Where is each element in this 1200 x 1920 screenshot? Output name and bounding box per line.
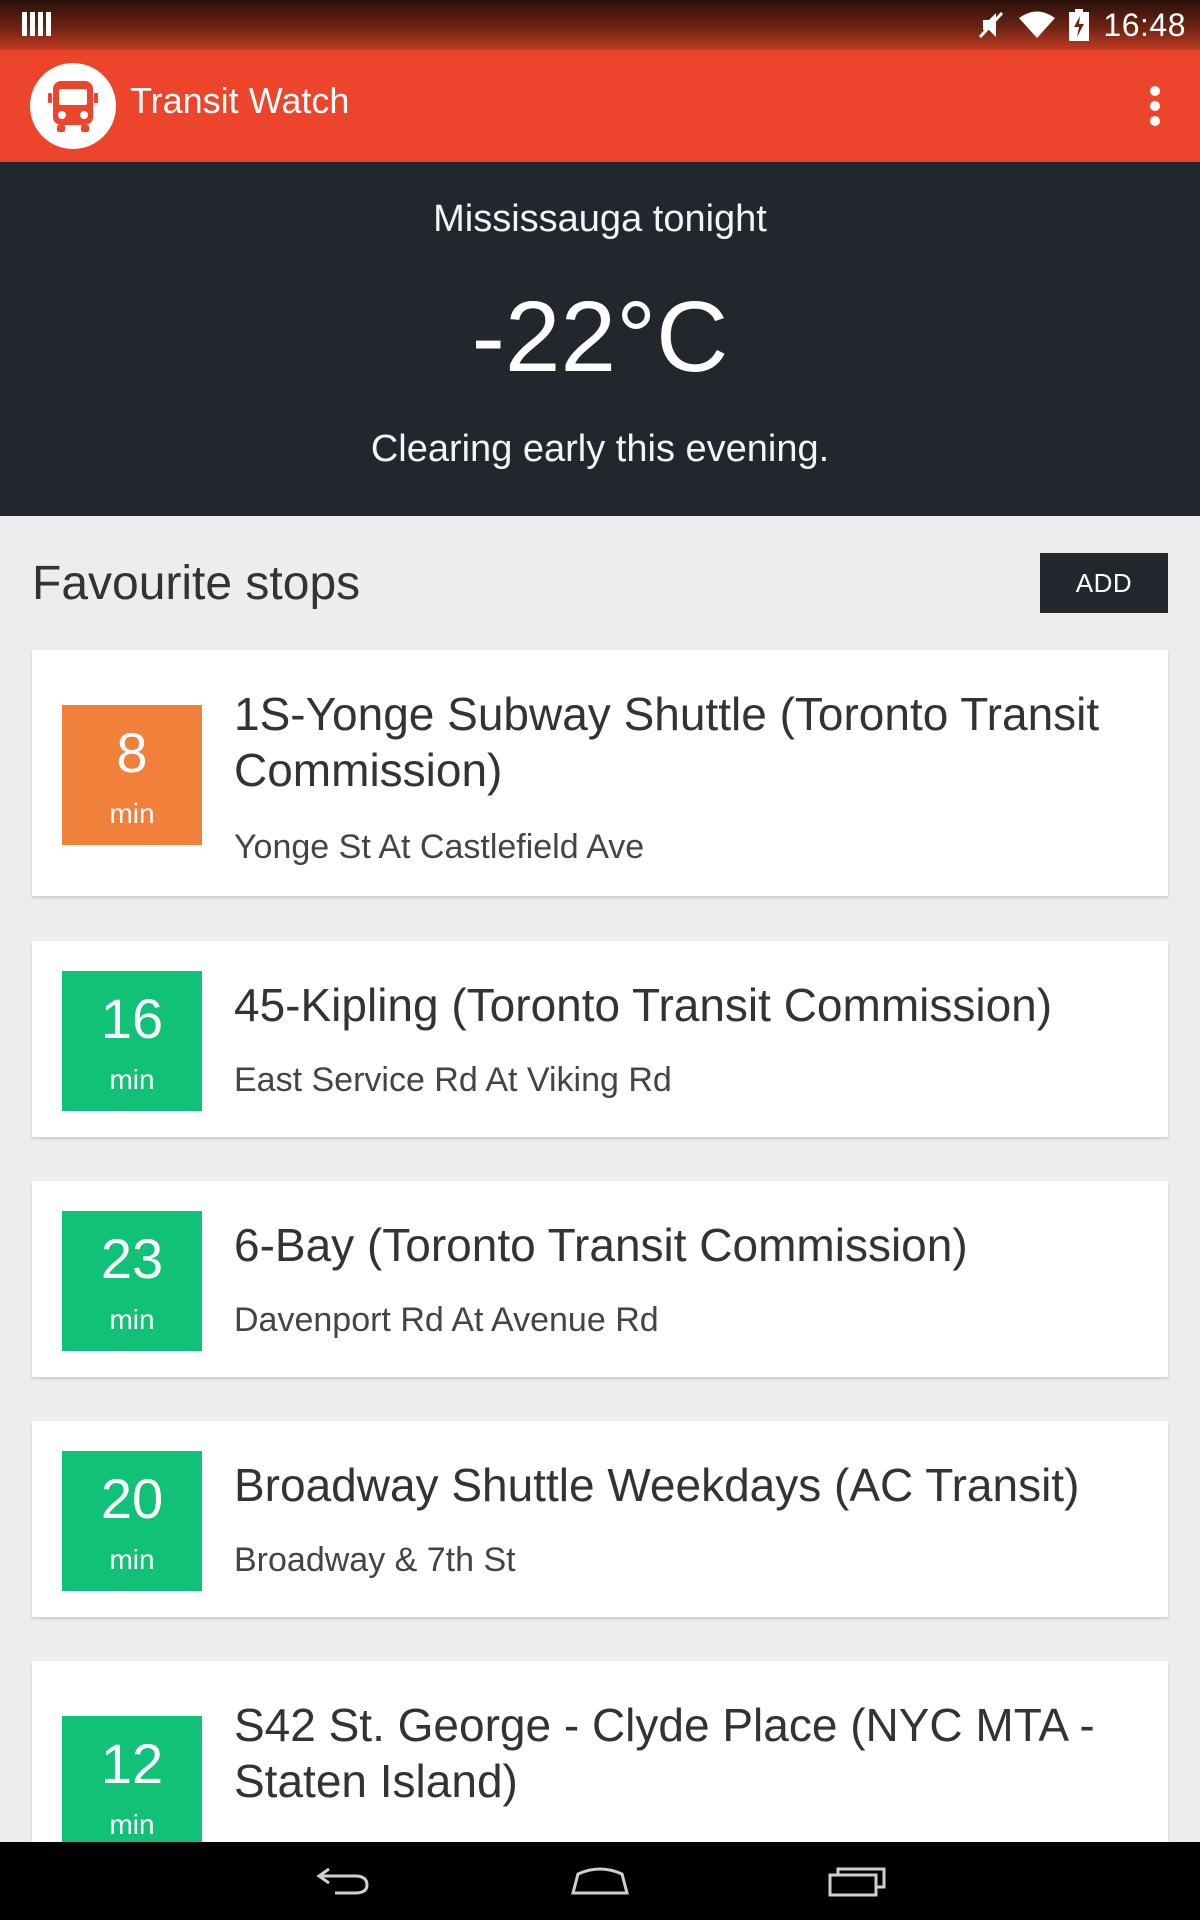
route-name: Broadway Shuttle Weekdays (AC Transit) (234, 1459, 1080, 1511)
weather-panel: Mississauga tonight -22°C Clearing early… (0, 162, 1200, 516)
stop-card[interactable]: 16 min 45-Kipling (Toronto Transit Commi… (32, 941, 1168, 1137)
app-title: Transit Watch (130, 80, 350, 121)
eta-badge: 16 min (62, 971, 202, 1111)
stop-card[interactable]: 20 min Broadway Shuttle Weekdays (AC Tra… (32, 1421, 1168, 1617)
stop-name: East Service Rd At Viking Rd (234, 1061, 672, 1099)
mute-icon (979, 11, 1004, 39)
eta-minutes: 12 (100, 1732, 164, 1795)
eta-minutes: 16 (100, 987, 164, 1050)
route-name: 1S-Yonge Subway Shuttle (Toronto Transit… (234, 688, 1100, 796)
more-vert-icon[interactable] (1140, 80, 1170, 132)
back-icon[interactable] (308, 1856, 378, 1906)
eta-badge: 23 min (62, 1211, 202, 1351)
eta-minutes: 23 (100, 1227, 164, 1290)
bus-icon (48, 81, 98, 132)
eta-badge: 20 min (62, 1451, 202, 1591)
route-name: 45-Kipling (Toronto Transit Commission) (234, 979, 1053, 1031)
battery-charging-icon (1069, 9, 1090, 41)
app-bar: Transit Watch (0, 50, 1200, 162)
status-bar: 16:48 (0, 0, 1200, 50)
weather-location: Mississauga tonight (433, 198, 767, 240)
app-logo (30, 63, 116, 149)
status-icons: 16:48 (977, 6, 1186, 44)
status-time: 16:48 (1103, 6, 1186, 43)
eta-unit: min (109, 1809, 155, 1840)
weather-temperature: -22°C (471, 281, 729, 393)
stop-name: Yonge St At Castlefield Ave (234, 828, 645, 866)
navigation-bar (0, 1842, 1200, 1920)
eta-minutes: 8 (116, 721, 148, 784)
home-icon[interactable] (565, 1856, 635, 1906)
eta-unit: min (109, 1304, 155, 1335)
stop-card[interactable]: 23 min 6-Bay (Toronto Transit Commission… (32, 1181, 1168, 1377)
favourites-title: Favourite stops (32, 557, 361, 610)
route-name: S42 St. George - Clyde Place (NYC MTA - … (234, 1699, 1095, 1807)
eta-unit: min (109, 798, 155, 829)
eta-badge: 12 min (62, 1716, 202, 1856)
eta-unit: min (109, 1544, 155, 1575)
route-name: 6-Bay (Toronto Transit Commission) (234, 1219, 968, 1271)
wifi-icon (1019, 11, 1056, 38)
eta-unit: min (109, 1064, 155, 1095)
barcode-icon (22, 12, 51, 36)
recents-icon[interactable] (822, 1856, 892, 1906)
stop-card[interactable]: 8 min 1S-Yonge Subway Shuttle (Toronto T… (32, 650, 1168, 896)
weather-description: Clearing early this evening. (370, 428, 830, 470)
eta-badge: 8 min (62, 705, 202, 845)
stop-name: Broadway & 7th St (234, 1541, 516, 1579)
stop-card[interactable]: 12 min S42 St. George - Clyde Place (NYC… (32, 1661, 1168, 1856)
stop-name: Davenport Rd At Avenue Rd (234, 1301, 659, 1339)
add-button[interactable]: ADD (1040, 553, 1168, 613)
eta-minutes: 20 (100, 1467, 164, 1530)
